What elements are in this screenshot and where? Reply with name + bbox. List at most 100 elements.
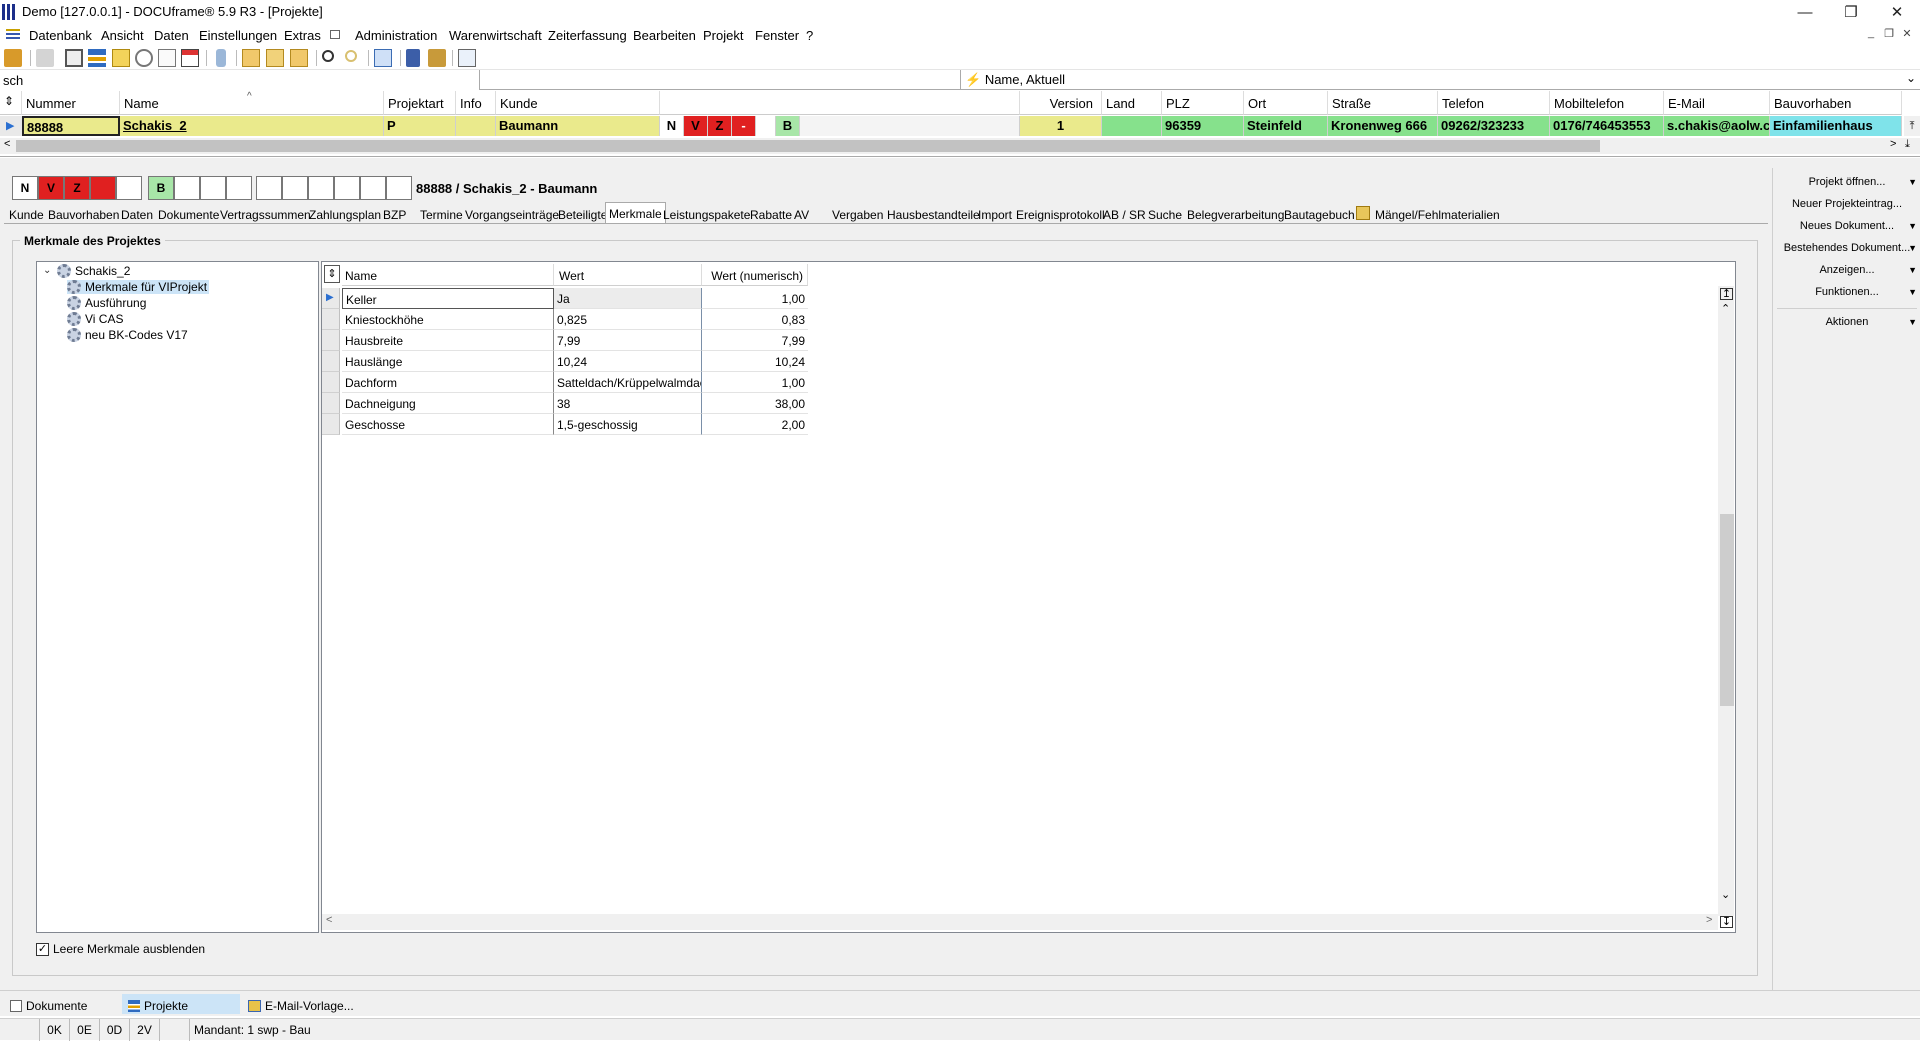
col-header-version[interactable]: Version bbox=[1020, 91, 1102, 115]
tab-merkmale[interactable]: Merkmale bbox=[605, 202, 666, 224]
tab-vorgangseintraege[interactable]: Vorgangseinträge bbox=[462, 206, 562, 224]
tab-beteiligte[interactable]: Beteiligte bbox=[555, 206, 610, 224]
export-icon[interactable] bbox=[458, 49, 476, 67]
menu-ansicht[interactable]: Ansicht bbox=[101, 26, 144, 45]
cell-merkmal-wert[interactable]: Ja bbox=[554, 288, 702, 309]
cell-merkmal-wert[interactable]: 7,99 bbox=[554, 330, 702, 351]
minimize-icon[interactable]: — bbox=[1782, 0, 1828, 24]
new-folder-icon[interactable] bbox=[4, 49, 22, 67]
col-header-nummer[interactable]: Nummer bbox=[22, 91, 120, 115]
cell-ort[interactable]: Steinfeld bbox=[1244, 116, 1328, 136]
status-flag-empty[interactable] bbox=[200, 176, 226, 200]
tree-item-merkmale-viprojekt[interactable]: Merkmale für VIProjekt bbox=[67, 280, 210, 294]
tab-vertragssummen[interactable]: Vertragssummen bbox=[217, 206, 314, 224]
tab-bzp[interactable]: BZP bbox=[380, 206, 409, 224]
cell-merkmal-wert[interactable]: 10,24 bbox=[554, 351, 702, 372]
scroll-top-icon[interactable]: ⤒ bbox=[1904, 116, 1920, 136]
action-neues-dokument[interactable]: Neues Dokument... ▼ bbox=[1773, 216, 1920, 236]
list-icon[interactable] bbox=[88, 49, 106, 67]
scroll-right-icon[interactable]: > bbox=[1706, 914, 1712, 926]
phone-icon[interactable] bbox=[216, 49, 226, 67]
cell-merkmal-name[interactable]: Kniestockhöhe bbox=[342, 309, 554, 330]
menu-warenwirtschaft[interactable]: Warenwirtschaft bbox=[449, 26, 542, 45]
cell-merkmal-num[interactable]: 10,24 bbox=[702, 351, 808, 372]
cell-merkmal-num[interactable]: 2,00 bbox=[702, 414, 808, 435]
bottom-tab-dokumente[interactable]: Dokumente bbox=[4, 994, 120, 1014]
scroll-up-icon[interactable]: ⌃ bbox=[1721, 302, 1730, 315]
tab-av[interactable]: AV bbox=[791, 206, 812, 224]
col-header-mobiltelefon[interactable]: Mobiltelefon bbox=[1550, 91, 1664, 115]
note-icon[interactable] bbox=[112, 49, 130, 67]
tree-root[interactable]: Schakis_2 bbox=[57, 264, 130, 278]
status-flag-empty[interactable] bbox=[116, 176, 142, 200]
calculator-icon[interactable] bbox=[330, 30, 340, 39]
mail-folder-icon[interactable] bbox=[266, 49, 284, 67]
status-flag-red[interactable] bbox=[90, 176, 116, 200]
status-flag-empty[interactable] bbox=[174, 176, 200, 200]
row-selector[interactable] bbox=[322, 330, 340, 351]
grid-hscroll-thumb[interactable] bbox=[16, 140, 1600, 152]
print-icon[interactable] bbox=[36, 49, 54, 67]
action-aktionen[interactable]: Aktionen ▼ bbox=[1773, 312, 1920, 332]
action-funktionen[interactable]: Funktionen... ▼ bbox=[1773, 282, 1920, 302]
tab-termine[interactable]: Termine bbox=[417, 206, 466, 224]
cell-merkmal-name[interactable]: Dachform bbox=[342, 372, 554, 393]
col-header-telefon[interactable]: Telefon bbox=[1438, 91, 1550, 115]
cell-merkmal-name[interactable]: Keller bbox=[342, 288, 554, 309]
tab-hausbestandteile[interactable]: Hausbestandteile bbox=[884, 206, 983, 224]
mdi-restore-icon[interactable]: ❐ bbox=[1880, 27, 1898, 43]
menu-bearbeiten[interactable]: Bearbeiten bbox=[633, 26, 696, 45]
tab-kunde[interactable]: Kunde bbox=[6, 206, 47, 224]
cell-bauvorhaben[interactable]: Einfamilienhaus bbox=[1770, 116, 1902, 136]
col-header-wert[interactable]: Wert bbox=[554, 264, 702, 286]
scroll-left-icon[interactable]: < bbox=[4, 138, 10, 150]
search-icon[interactable] bbox=[322, 50, 334, 62]
bottom-tab-projekte[interactable]: Projekte bbox=[122, 994, 240, 1014]
row-selector[interactable] bbox=[322, 351, 340, 372]
status-flag-empty[interactable] bbox=[256, 176, 282, 200]
cell-flag-v[interactable]: V bbox=[684, 116, 708, 136]
cell-merkmal-num[interactable]: 38,00 bbox=[702, 393, 808, 414]
column-chooser-icon[interactable]: ⇕ bbox=[0, 91, 22, 115]
row-selector-icon[interactable]: ▶ bbox=[0, 116, 22, 136]
close-icon[interactable]: ✕ bbox=[1874, 0, 1920, 24]
status-flag-empty[interactable] bbox=[226, 176, 252, 200]
menu-einstellungen[interactable]: Einstellungen bbox=[199, 26, 277, 45]
cell-merkmal-wert[interactable]: 38 bbox=[554, 393, 702, 414]
tab-maengel[interactable]: Mängel/Fehlmaterialien bbox=[1372, 206, 1503, 224]
cell-name[interactable]: Schakis_2 bbox=[120, 116, 384, 136]
menu-fenster[interactable]: Fenster bbox=[755, 26, 799, 45]
status-flag-b[interactable]: B bbox=[148, 176, 174, 200]
status-flag-empty[interactable] bbox=[282, 176, 308, 200]
tab-import[interactable]: Import bbox=[975, 206, 1015, 224]
cell-flag-n[interactable]: N bbox=[660, 116, 684, 136]
hide-empty-checkbox[interactable]: ✓ Leere Merkmale ausblenden bbox=[36, 942, 205, 956]
status-flag-empty[interactable] bbox=[334, 176, 360, 200]
cell-merkmal-wert[interactable]: 1,5-geschossig bbox=[554, 414, 702, 435]
cell-plz[interactable]: 96359 bbox=[1162, 116, 1244, 136]
menu-projekt[interactable]: Projekt bbox=[703, 26, 743, 45]
cell-flag-empty[interactable] bbox=[756, 116, 776, 136]
col-header-plz[interactable]: PLZ bbox=[1162, 91, 1244, 115]
cell-strasse[interactable]: Kronenweg 666 bbox=[1328, 116, 1438, 136]
status-flag-n[interactable]: N bbox=[12, 176, 38, 200]
row-selector-icon[interactable]: ▶ bbox=[322, 288, 340, 309]
col-header-info[interactable]: Info bbox=[456, 91, 496, 115]
menu-extras[interactable]: Extras bbox=[284, 26, 321, 45]
status-flag-z[interactable]: Z bbox=[64, 176, 90, 200]
scroll-right-icon[interactable]: > bbox=[1890, 138, 1896, 150]
search-input[interactable] bbox=[0, 70, 480, 90]
cell-kunde[interactable]: Baumann bbox=[496, 116, 660, 136]
cell-land[interactable] bbox=[1102, 116, 1162, 136]
tab-leistungspakete[interactable]: Leistungspakete bbox=[660, 206, 753, 224]
tab-ereignisprotokoll[interactable]: Ereignisprotokoll bbox=[1013, 206, 1108, 224]
status-flag-empty[interactable] bbox=[308, 176, 334, 200]
tab-rabatte[interactable]: Rabatte bbox=[747, 206, 795, 224]
folder-open-icon[interactable] bbox=[242, 49, 260, 67]
cell-mobil[interactable]: 0176/746453553 bbox=[1550, 116, 1664, 136]
tab-vergaben[interactable]: Vergaben bbox=[829, 206, 886, 224]
detail-view-icon[interactable] bbox=[374, 49, 392, 67]
tree-item-bk-codes[interactable]: neu BK-Codes V17 bbox=[67, 328, 188, 342]
splitter[interactable] bbox=[0, 158, 1920, 168]
menu-datenbank[interactable]: Datenbank bbox=[29, 26, 92, 45]
